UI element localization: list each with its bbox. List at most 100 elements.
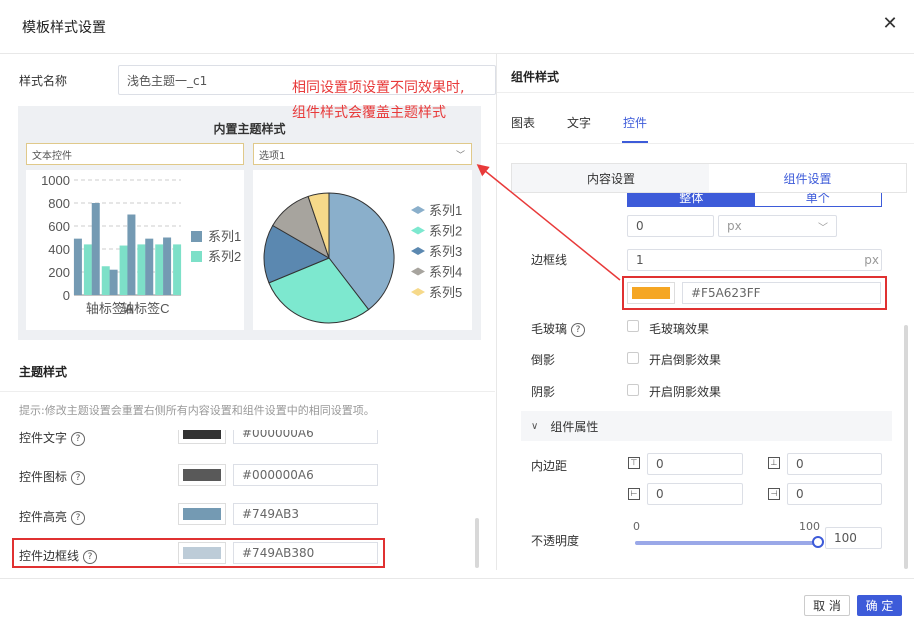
shadow-checkbox[interactable]	[627, 384, 639, 396]
tab-control[interactable]: 控件	[623, 114, 647, 131]
legend-swatch	[191, 231, 202, 242]
bar	[173, 244, 182, 295]
padding-label: 内边距	[531, 459, 568, 473]
border-width-value: 1	[636, 253, 644, 267]
reflection-checkbox[interactable]	[627, 352, 639, 364]
padding-right-input[interactable]: 0	[787, 483, 882, 505]
segment-single[interactable]: 单个	[755, 193, 882, 206]
style-name-label: 样式名称	[19, 74, 68, 88]
padding-bottom-input[interactable]: 0	[787, 453, 882, 475]
tab-chart[interactable]: 图表	[511, 114, 535, 131]
unit-select[interactable]: px ﹀	[718, 215, 837, 237]
opacity-value: 100	[834, 531, 857, 545]
border-width-input[interactable]: 1 px	[627, 249, 882, 271]
subtab-component[interactable]: 组件设置	[709, 164, 906, 192]
bar	[145, 238, 154, 295]
padding-top-icon: ⊤	[628, 457, 640, 469]
color-swatch[interactable]	[178, 430, 226, 444]
pie-chart: 系列1 系列2 系列3 系列4 系列5	[263, 192, 462, 324]
frosted-checkbox-label: 毛玻璃效果	[649, 322, 710, 336]
padding-left-value: 0	[656, 487, 664, 501]
legend-label: 系列4	[429, 265, 462, 280]
color-swatch[interactable]	[178, 464, 226, 486]
padding-top-input[interactable]: 0	[647, 453, 743, 475]
preview-text-control-label: 文本控件	[32, 150, 72, 162]
padding-right-value: 0	[796, 487, 804, 501]
left-scrollbar[interactable]	[475, 518, 479, 568]
color-swatch[interactable]	[178, 503, 226, 525]
theme-row-border: 控件边框线?	[19, 547, 98, 564]
legend-swatch	[411, 288, 425, 296]
opacity-label: 不透明度	[531, 534, 580, 548]
padding-bottom-icon: ⊥	[768, 457, 780, 469]
padding-left-input[interactable]: 0	[647, 483, 743, 505]
chevron-down-icon: ∨	[531, 420, 539, 432]
settings-scroll: 整体 单个 0 px ﹀ 边框线 1 px #F5A623FF 毛玻璃? 毛玻璃…	[511, 193, 907, 570]
preview-select-label: 选项1	[259, 150, 286, 162]
right-scrollbar[interactable]	[904, 325, 908, 569]
theme-row-text-swatch[interactable]	[178, 430, 226, 444]
style-name-value: 浅色主题一_c1	[127, 73, 208, 88]
border-color-swatch[interactable]	[627, 282, 675, 304]
annotation-text: 相同设置项设置不同效果时, 组件样式会覆盖主题样式	[292, 76, 464, 126]
theme-row-text: 控件文字?	[19, 430, 86, 446]
props-heading: 组件属性	[550, 419, 599, 434]
y-tick-label: 0	[63, 288, 70, 303]
bar	[73, 238, 82, 295]
component-style-heading: 组件样式	[511, 70, 560, 84]
y-tick-label: 200	[48, 265, 70, 280]
border-label: 边框线	[531, 253, 568, 267]
theme-row-label: 控件文字	[19, 431, 68, 445]
cancel-button[interactable]: 取 消	[804, 595, 850, 616]
opacity-track[interactable]	[635, 541, 821, 545]
panel-divider	[496, 54, 497, 570]
header-divider	[0, 53, 914, 54]
tab-text[interactable]: 文字	[567, 114, 591, 131]
theme-row-label: 控件图标	[19, 470, 68, 484]
props-section-header[interactable]: ∨ 组件属性	[521, 411, 892, 441]
bar	[127, 214, 136, 295]
close-icon[interactable]: ✕	[880, 14, 900, 34]
width-input[interactable]: 0	[627, 215, 714, 237]
theme-row-label: 控件边框线	[19, 549, 80, 563]
theme-row-highlight-swatch[interactable]	[178, 503, 226, 525]
theme-style-heading: 主题样式	[19, 365, 68, 379]
border-color-hex[interactable]: #F5A623FF	[682, 282, 881, 304]
component-divider	[497, 92, 914, 93]
opacity-input[interactable]: 100	[825, 527, 882, 549]
opacity-max: 100	[799, 520, 820, 533]
theme-preview: 内置主题样式 文本控件 选项1 ﹀ 0 200 400 600 800 1000 轴标签A 轴…	[18, 106, 481, 340]
legend-swatch	[411, 247, 425, 255]
dialog-title: 模板样式设置	[22, 20, 106, 36]
theme-row-icon-swatch[interactable]	[178, 464, 226, 486]
help-icon[interactable]: ?	[83, 549, 98, 564]
theme-row-text-hex[interactable]: #000000A6	[233, 430, 378, 444]
theme-tip: 提示:修改主题设置会重置右侧所有内容设置和组件设置中的相同设置项。	[19, 404, 375, 417]
swatch-fill	[632, 287, 670, 299]
segment-whole[interactable]: 整体	[628, 193, 755, 206]
help-icon[interactable]: ?	[71, 470, 86, 485]
ok-button[interactable]: 确 定	[857, 595, 902, 616]
bar	[155, 244, 164, 295]
help-icon[interactable]: ?	[571, 322, 586, 337]
theme-row-border-swatch[interactable]	[178, 542, 226, 564]
opacity-thumb[interactable]	[812, 536, 824, 548]
subtab-content[interactable]: 内容设置	[512, 164, 710, 192]
theme-rows: 控件文字? #000000A6 控件图标? #000000A6 控件高亮? #7…	[0, 430, 478, 573]
scope-segment: 整体 单个	[627, 193, 882, 207]
help-icon[interactable]: ?	[71, 431, 86, 446]
bar-chart-card: 0 200 400 600 800 1000 轴标签A 轴标签C 系列1 系列2	[26, 170, 244, 330]
theme-divider	[0, 391, 495, 392]
theme-row-highlight: 控件高亮?	[19, 508, 86, 525]
theme-row-icon-hex[interactable]: #000000A6	[233, 464, 378, 486]
help-icon[interactable]: ?	[71, 510, 86, 525]
theme-row-highlight-hex[interactable]: #749AB3	[233, 503, 378, 525]
legend-swatch	[411, 206, 425, 214]
bar-chart: 02004006008001000轴标签A轴标签C系列1系列2	[41, 173, 241, 316]
frosted-checkbox[interactable]	[627, 320, 639, 332]
color-swatch[interactable]	[178, 542, 226, 564]
theme-row-border-hex[interactable]: #749AB380	[233, 542, 378, 564]
y-tick-label: 600	[48, 219, 70, 234]
y-tick-label: 400	[48, 242, 70, 257]
y-tick-label: 1000	[41, 173, 70, 188]
